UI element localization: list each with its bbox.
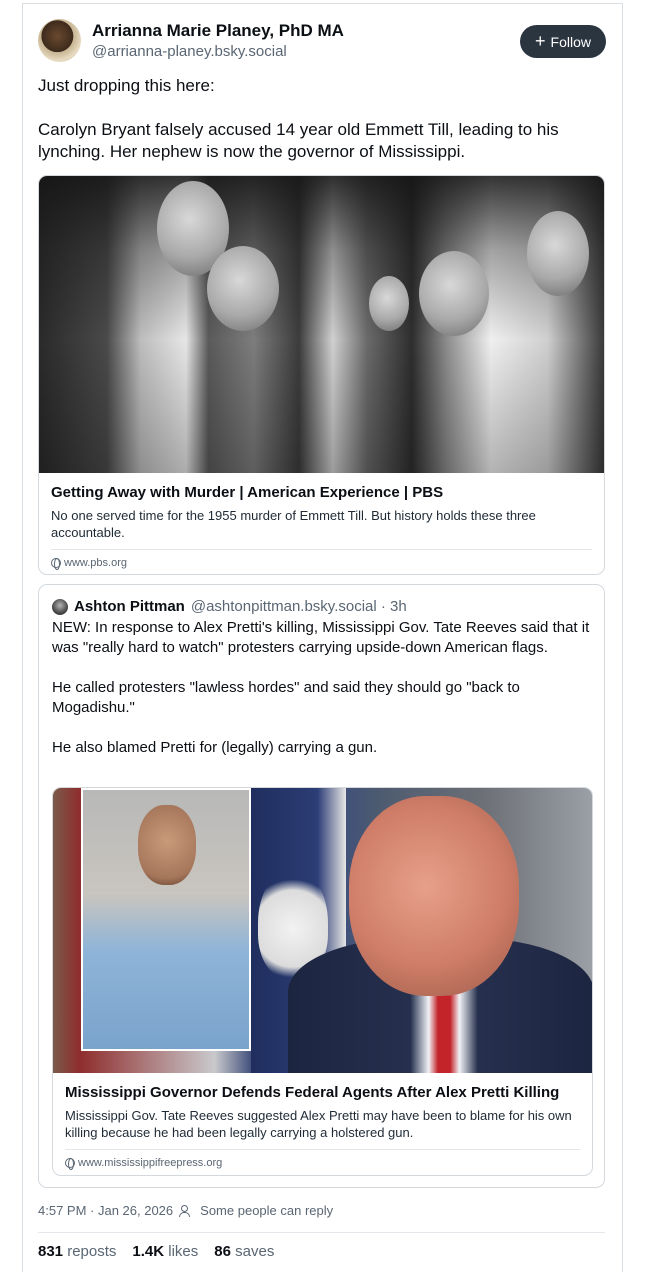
quoted-post[interactable]: Ashton Pittman @ashtonpittman.bsky.socia… (38, 584, 605, 1188)
link-card-title: Getting Away with Murder | American Expe… (51, 484, 444, 501)
quoted-author-handle: @ashtonpittman.bsky.social · 3h (190, 598, 407, 615)
stats-divider (38, 1232, 605, 1233)
quoted-post-header: Ashton Pittman @ashtonpittman.bsky.socia… (52, 598, 407, 615)
quoted-post-text: NEW: In response to Alex Pretti's killin… (52, 618, 597, 758)
reposts-label: reposts (67, 1243, 117, 1260)
quoted-text-paragraph: He also blamed Pretti for (legally) carr… (52, 739, 378, 756)
saves-count: 86 (214, 1243, 236, 1260)
post-stats: 831 reposts 1.4K likes 86 saves (38, 1243, 274, 1260)
link-card-domain-row: www.mississippifreepress.org (65, 1157, 580, 1170)
link-card-description: Mississippi Gov. Tate Reeves suggested A… (65, 1108, 572, 1140)
link-card-domain: www.mississippifreepress.org (78, 1157, 223, 1169)
link-card-image (39, 176, 604, 473)
quoted-author-name: Ashton Pittman (74, 598, 185, 615)
saves-label: saves (235, 1243, 275, 1260)
likes-stat[interactable]: 1.4K likes (132, 1243, 198, 1260)
follow-label: Follow (550, 33, 591, 50)
post-timestamp[interactable]: 4:57 PM · Jan 26, 2026 (38, 1203, 173, 1218)
likes-label: likes (168, 1243, 199, 1260)
post-text-line: Carolyn Bryant falsely accused 14 year o… (38, 120, 559, 161)
saves-stat[interactable]: 86 saves (214, 1243, 274, 1260)
author-name[interactable]: Arrianna Marie Planey, PhD MA (92, 21, 344, 41)
reply-setting[interactable]: Some people can reply (200, 1203, 333, 1218)
link-card-domain-row: www.pbs.org (51, 557, 592, 570)
post-meta: 4:57 PM · Jan 26, 2026 Some people can r… (38, 1203, 333, 1218)
likes-count: 1.4K (132, 1243, 169, 1260)
globe-icon (51, 558, 61, 570)
link-card-title: Mississippi Governor Defends Federal Age… (65, 1084, 560, 1101)
link-card-domain: www.pbs.org (64, 557, 127, 569)
link-card-mississippi-free-press[interactable]: Mississippi Governor Defends Federal Age… (52, 787, 593, 1176)
plus-icon: + (535, 30, 546, 51)
quoted-text-paragraph: NEW: In response to Alex Pretti's killin… (52, 619, 590, 656)
link-card-image (53, 788, 592, 1073)
reposts-stat[interactable]: 831 reposts (38, 1243, 116, 1260)
author-avatar[interactable] (38, 19, 81, 62)
author-handle[interactable]: @arrianna-planey.bsky.social (92, 43, 287, 60)
link-card-divider (51, 549, 592, 550)
quoted-text-paragraph: He called protesters "lawless hordes" an… (52, 679, 520, 716)
link-card-divider (65, 1149, 580, 1150)
link-card-description: No one served time for the 1955 murder o… (51, 508, 536, 540)
reposts-count: 831 (38, 1243, 68, 1260)
globe-icon (65, 1158, 75, 1170)
post-text-line: Just dropping this here: (38, 76, 215, 95)
post-text: Just dropping this here: Carolyn Bryant … (38, 75, 603, 163)
quoted-author-avatar (52, 598, 68, 615)
link-card-pbs[interactable]: Getting Away with Murder | American Expe… (38, 175, 605, 575)
people-icon (179, 1204, 194, 1217)
follow-button[interactable]: + Follow (520, 25, 606, 58)
